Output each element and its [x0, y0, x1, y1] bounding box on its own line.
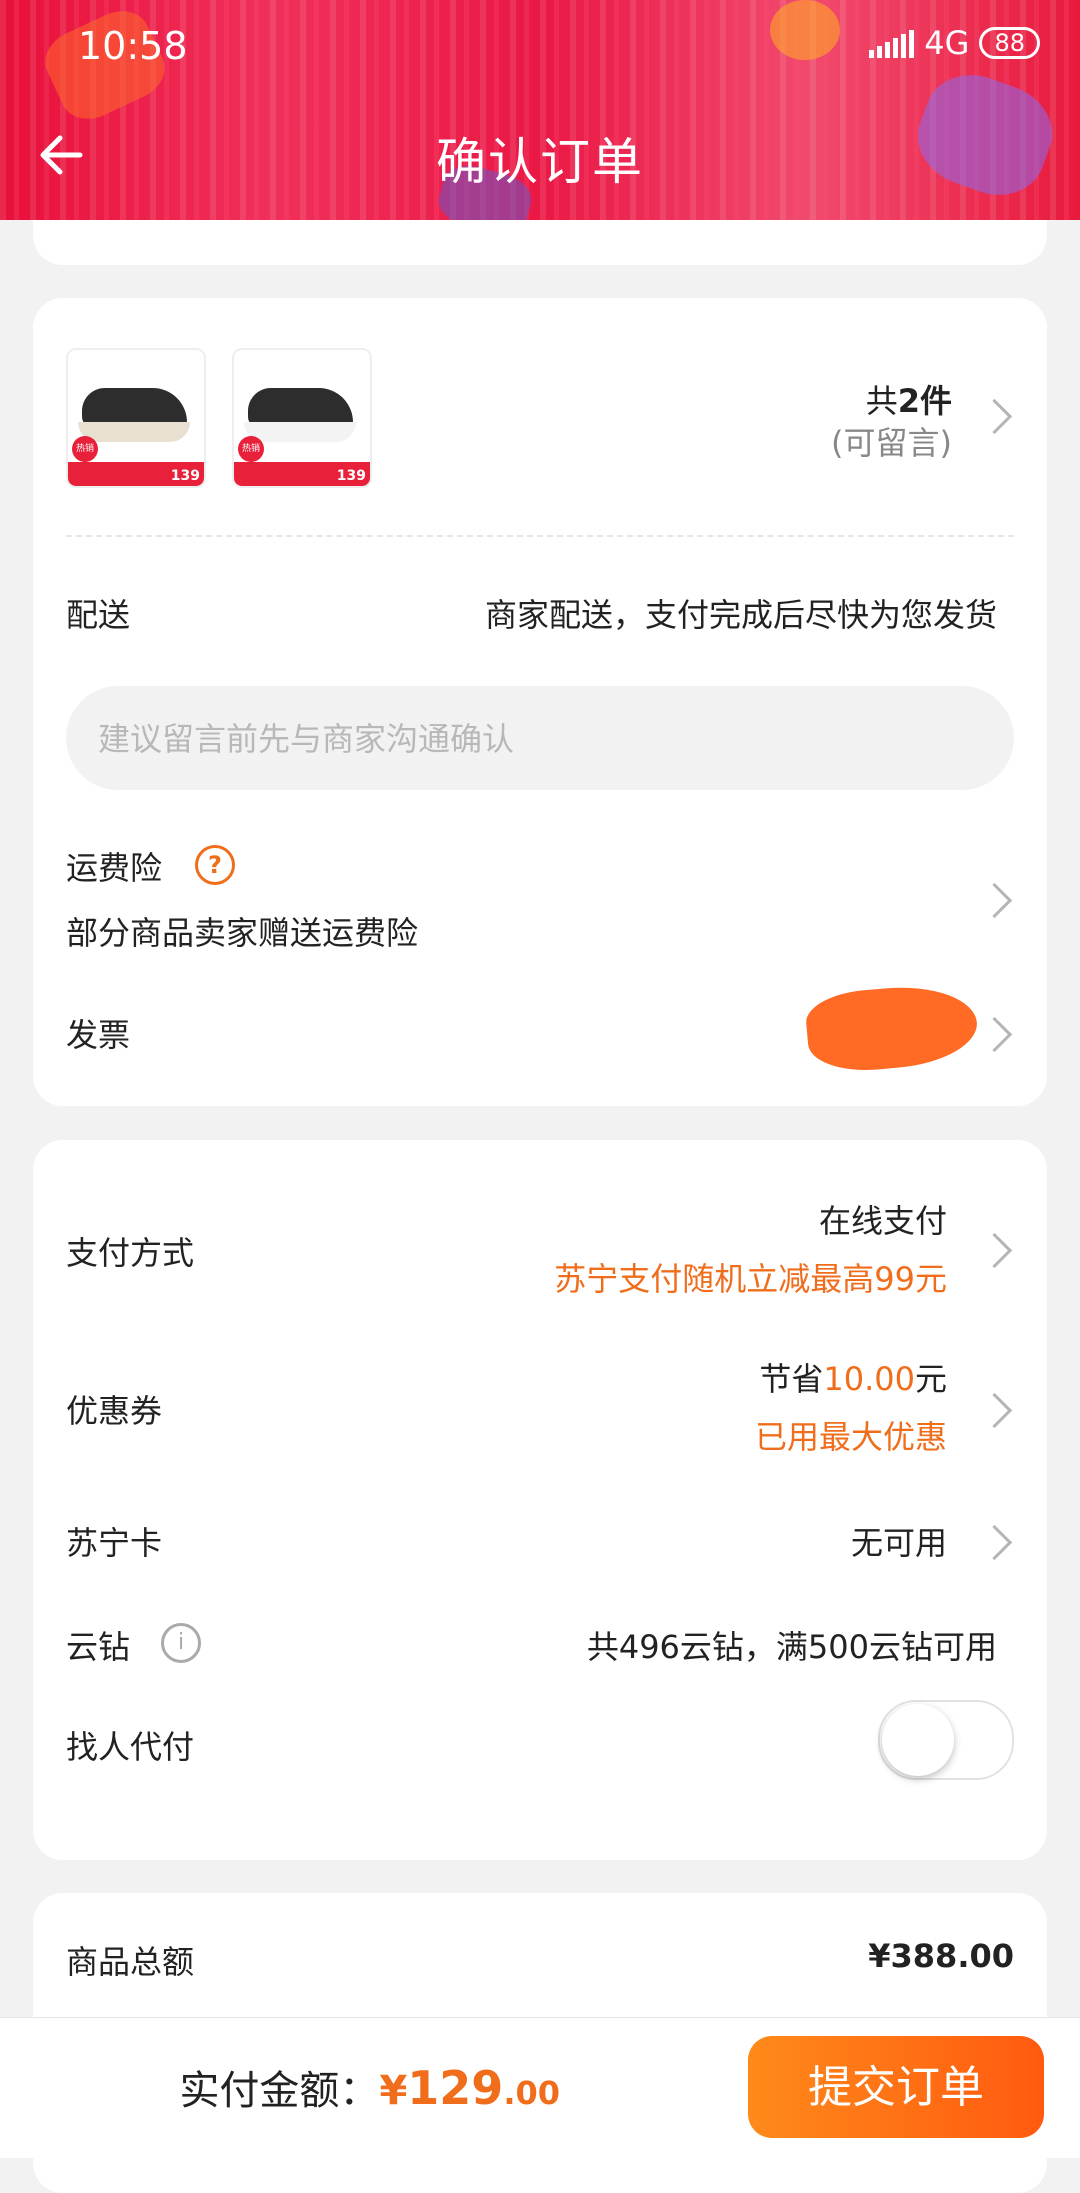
chevron-right-icon[interactable] — [976, 882, 1013, 919]
product-thumbnail[interactable]: 热销 139 — [232, 348, 372, 488]
remark-input[interactable] — [96, 686, 954, 792]
help-icon[interactable]: ? — [195, 845, 235, 885]
proxy-pay-toggle[interactable] — [878, 1700, 1014, 1780]
hot-tag: 热销 — [238, 436, 264, 462]
delivery-value: 商家配送，支付完成后尽快为您发货 — [484, 596, 997, 634]
goods-total-label: 商品总额 — [66, 1943, 195, 1981]
status-time: 10:58 — [78, 24, 188, 68]
payment-method-label: 支付方式 — [66, 1234, 195, 1272]
remark-field[interactable] — [66, 686, 1014, 792]
decoration-coin — [770, 0, 840, 60]
pay-amount: ¥129.00 — [379, 2061, 560, 2115]
invoice-label: 发票 — [66, 1016, 131, 1054]
diamonds-value: 共496云钻，满500云钻可用 — [586, 1628, 997, 1666]
signal-icon — [869, 28, 915, 58]
payment-promo: 苏宁支付随机立减最高99元 — [554, 1260, 947, 1298]
item-note-hint: (可留言) — [831, 424, 952, 462]
coupon-note: 已用最大优惠 — [754, 1418, 947, 1456]
chevron-right-icon[interactable] — [976, 398, 1013, 435]
diamonds-label: 云钻 — [66, 1628, 131, 1666]
hot-tag: 热销 — [72, 436, 98, 462]
coupon-savings[interactable]: 节省10.00元 — [759, 1354, 947, 1400]
redaction-scribble — [803, 980, 981, 1076]
page-title: 确认订单 — [436, 133, 644, 191]
pay-amount-label: 实付金额：¥129.00 — [179, 2061, 560, 2115]
shipping-insurance-desc: 部分商品卖家赠送运费险 — [66, 914, 419, 952]
battery-icon: 88 — [979, 27, 1040, 59]
product-thumbnail[interactable]: 热销 139 — [66, 348, 206, 488]
suning-card-value[interactable]: 无可用 — [851, 1518, 947, 1564]
header-banner: 10:58 4G 88 确认订单 — [0, 0, 1080, 220]
chevron-right-icon[interactable] — [976, 1392, 1013, 1429]
order-details-card: 热销 139 热销 139 共2件 (可留言) 配送 商家配送，支付完成后尽快为… — [33, 298, 1047, 1106]
product-price: 139 — [170, 468, 200, 484]
checkout-bar: 实付金额：¥129.00 提交订单 — [0, 2017, 1080, 2158]
suning-card-label: 苏宁卡 — [66, 1524, 163, 1562]
status-indicators: 4G 88 — [869, 24, 1040, 62]
payment-method-value[interactable]: 在线支付 — [819, 1196, 947, 1242]
chevron-right-icon[interactable] — [976, 1232, 1013, 1269]
proxy-pay-label: 找人代付 — [66, 1728, 195, 1766]
coupon-label: 优惠券 — [66, 1392, 163, 1430]
goods-total-value: ¥388.00 — [868, 1937, 1014, 1975]
chevron-right-icon[interactable] — [976, 1524, 1013, 1561]
divider — [66, 535, 1014, 537]
submit-order-button[interactable]: 提交订单 — [748, 2036, 1044, 2138]
payment-card: 支付方式 在线支付 苏宁支付随机立减最高99元 优惠券 节省10.00元 已用最… — [33, 1140, 1047, 1860]
delivery-label: 配送 — [66, 596, 131, 634]
item-count[interactable]: 共2件 — [866, 376, 952, 422]
product-price: 139 — [336, 468, 366, 484]
network-type: 4G — [924, 24, 970, 62]
info-icon[interactable]: i — [161, 1623, 201, 1663]
toggle-knob — [882, 1704, 954, 1776]
chevron-right-icon[interactable] — [976, 1016, 1013, 1053]
shipping-insurance-label: 运费险 — [66, 849, 163, 887]
